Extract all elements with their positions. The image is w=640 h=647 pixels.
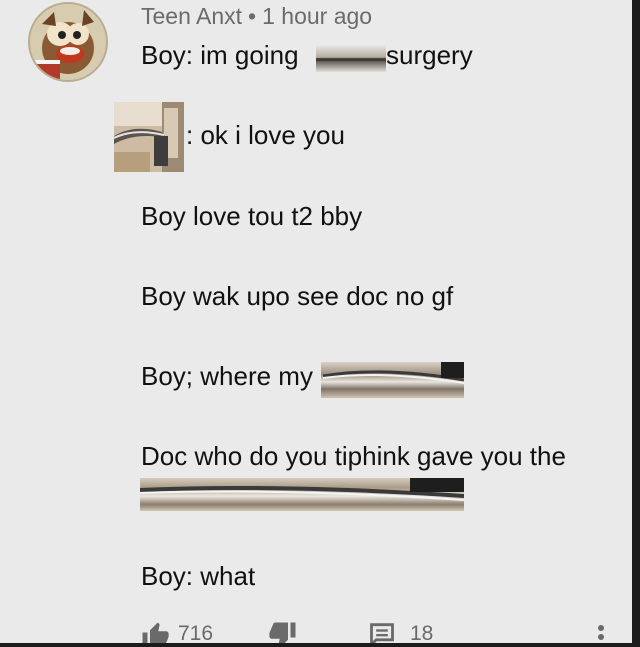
thumbs-down-icon[interactable] [268,620,298,643]
redaction-blur-3 [140,478,464,511]
comment-line-5: Boy; where my [141,361,313,391]
comment-line-6: Doc who do you tiphink gave you the [141,441,566,471]
comment-line-1-suffix: surgery [386,40,473,70]
comment-line-4: Boy wak upo see doc no gf [141,281,454,311]
author-name[interactable]: Teen Anxt [141,3,242,29]
like-count: 716 [178,622,214,643]
comment-meta: Teen Anxt • 1 hour ago [141,3,372,30]
comment-icon[interactable] [368,620,396,643]
comment-card: Teen Anxt • 1 hour ago Boy: im going surge… [0,0,632,643]
thumbs-up-icon[interactable] [140,620,170,643]
cartoon-avatar-icon [30,4,106,80]
comment-line-1-prefix: Boy: im going [141,40,299,70]
more-vertical-icon[interactable] [592,620,610,643]
redaction-blur-2 [321,362,464,398]
comment-time[interactable]: 1 hour ago [262,3,372,29]
inline-photo [114,102,184,172]
comment-actions: 716 18 [0,620,632,643]
redaction-blur-1 [316,44,386,72]
avatar[interactable] [28,2,108,82]
comment-line-7: Boy: what [141,561,256,591]
meta-separator: • [248,3,257,29]
reply-count: 18 [410,622,434,643]
comment-line-1: Boy: im going [141,40,299,70]
comment-line-3: Boy love tou t2 bby [141,201,363,231]
comment-line-2: : ok i love you [186,120,345,150]
